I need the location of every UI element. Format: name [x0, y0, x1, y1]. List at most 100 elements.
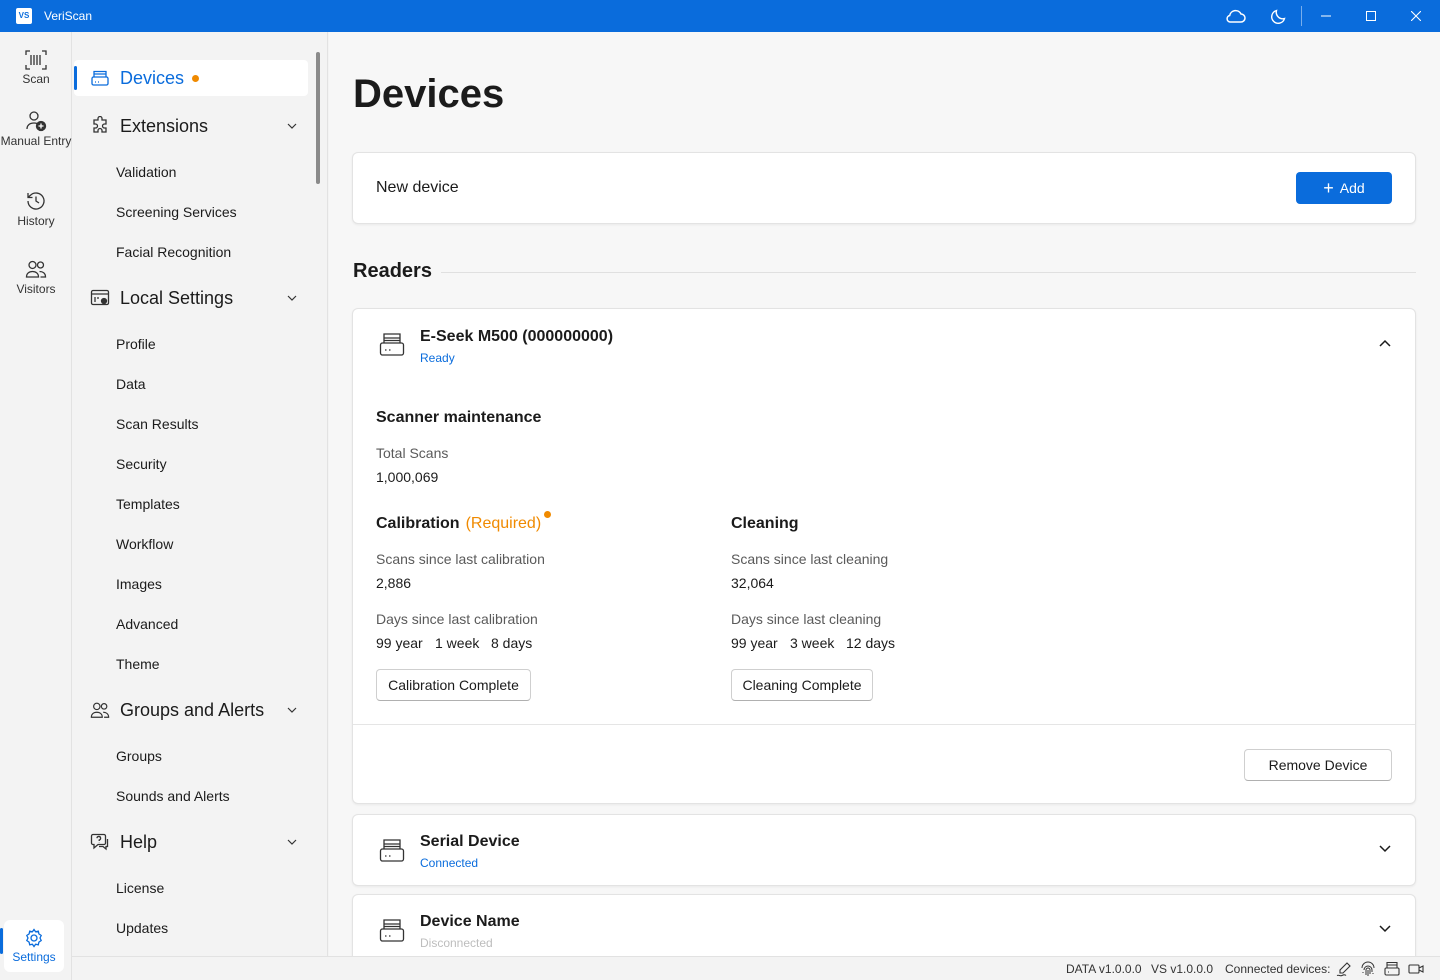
data-version: DATA v1.0.0.0: [1066, 962, 1142, 976]
chevron-down-icon[interactable]: [284, 118, 300, 134]
history-icon: [27, 192, 45, 210]
status-bar: DATA v1.0.0.0 VS v1.0.0.0 Connected devi…: [72, 956, 1440, 980]
nav-item-workflow[interactable]: Workflow: [116, 534, 173, 554]
rail-label: History: [17, 214, 55, 228]
close-button[interactable]: [1394, 0, 1438, 32]
nav-active-indicator: [74, 66, 77, 90]
card-divider: [353, 724, 1415, 725]
rail-item-visitors[interactable]: Visitors: [0, 258, 72, 296]
nav-item-profile[interactable]: Profile: [116, 334, 156, 354]
device-status: Ready: [420, 351, 455, 365]
maximize-button[interactable]: [1349, 0, 1393, 32]
rail-label: Visitors: [16, 282, 56, 296]
local-settings-icon: [90, 289, 110, 306]
nav-section-label: Groups and Alerts: [120, 699, 265, 720]
nav-item-templates[interactable]: Templates: [116, 494, 180, 514]
scanner-icon: [91, 70, 109, 86]
plus-icon: +: [1323, 178, 1334, 198]
nav-section-extensions[interactable]: Extensions: [90, 110, 208, 142]
calibration-days-weeks: 1 week: [435, 635, 480, 651]
nav-item-facial-recognition[interactable]: Facial Recognition: [116, 242, 231, 262]
settings-nav: Devices Extensions Validation Screening …: [72, 32, 328, 956]
fingerprint-icon: [1360, 961, 1376, 980]
nav-item-sounds-alerts[interactable]: Sounds and Alerts: [116, 786, 230, 806]
app-rail: Scan Manual Entry History Visitors Setti…: [0, 32, 72, 980]
rail-label: Scan: [22, 72, 50, 86]
maintenance-title: Scanner maintenance: [376, 409, 542, 426]
add-label: Add: [1339, 180, 1365, 196]
nav-item-data[interactable]: Data: [116, 374, 146, 394]
nav-item-theme[interactable]: Theme: [116, 654, 160, 674]
rail-item-manual-entry[interactable]: Manual Entry: [0, 110, 72, 148]
cloud-icon[interactable]: [1220, 0, 1250, 32]
nav-item-validation[interactable]: Validation: [116, 162, 176, 182]
calibration-scans-label: Scans since last calibration: [376, 551, 545, 567]
help-chat-icon: [90, 833, 109, 851]
chevron-up-icon[interactable]: [1375, 333, 1395, 353]
device-name: E-Seek M500 (000000000): [420, 328, 614, 345]
nav-item-advanced[interactable]: Advanced: [116, 614, 178, 634]
calibration-days-label: Days since last calibration: [376, 611, 538, 627]
nav-item-screening-services[interactable]: Screening Services: [116, 202, 237, 222]
reader-card[interactable]: Device Name Disconnected: [352, 894, 1416, 956]
nav-section-devices[interactable]: Devices: [90, 62, 200, 94]
puzzle-icon: [93, 116, 107, 133]
chevron-down-icon[interactable]: [284, 702, 300, 718]
calibration-complete-button[interactable]: Calibration Complete: [376, 669, 531, 701]
nav-item-images[interactable]: Images: [116, 574, 162, 594]
nav-section-local-settings[interactable]: Local Settings: [90, 282, 233, 314]
cleaning-scans-label: Scans since last cleaning: [731, 551, 889, 567]
vs-version: VS v1.0.0.0: [1151, 962, 1214, 976]
nav-item-scan-results[interactable]: Scan Results: [116, 414, 198, 434]
calibration-title: Calibration (Required): [376, 515, 541, 533]
nav-section-groups-alerts[interactable]: Groups and Alerts: [90, 694, 264, 726]
titlebar-separator: [1301, 6, 1302, 26]
calibration-days-days: 8 days: [491, 635, 533, 651]
warning-dot: [544, 511, 551, 518]
nav-item-security[interactable]: Security: [116, 454, 167, 474]
device-name: Device Name: [420, 913, 520, 930]
connected-devices-label: Connected devices:: [1225, 962, 1331, 976]
minimize-button[interactable]: [1304, 0, 1348, 32]
reader-card[interactable]: Serial Device Connected: [352, 814, 1416, 886]
device-name: Serial Device: [420, 833, 520, 850]
section-divider: [441, 272, 1416, 273]
scanner-icon: [379, 837, 405, 868]
cleaning-title: Cleaning: [731, 515, 799, 532]
nav-item-groups[interactable]: Groups: [116, 746, 162, 766]
rail-item-scan[interactable]: Scan: [0, 50, 72, 86]
cleaning-complete-button[interactable]: Cleaning Complete: [731, 669, 873, 701]
person-add-icon: [26, 111, 47, 132]
add-device-button[interactable]: + Add: [1296, 172, 1392, 204]
cleaning-days-weeks: 3 week: [790, 635, 835, 651]
chevron-down-icon[interactable]: [1375, 839, 1395, 859]
calibration-scans-value: 2,886: [376, 575, 412, 591]
cleaning-days-label: Days since last cleaning: [731, 611, 882, 627]
nav-item-updates[interactable]: Updates: [116, 918, 168, 938]
nav-section-help[interactable]: Help: [90, 826, 157, 858]
rail-item-history[interactable]: History: [0, 190, 72, 228]
signature-pad-icon: [1336, 961, 1352, 980]
new-device-card: New device + Add: [352, 152, 1416, 224]
rail-item-settings[interactable]: Settings: [4, 920, 64, 972]
cleaning-scans-value: 32,064: [731, 575, 774, 591]
notification-dot: [192, 74, 200, 82]
remove-device-button[interactable]: Remove Device: [1244, 749, 1392, 781]
chevron-down-icon[interactable]: [284, 290, 300, 306]
nav-item-license[interactable]: License: [116, 878, 164, 898]
nav-section-label: Help: [120, 831, 158, 852]
device-status: Connected: [420, 856, 479, 870]
app-logo: VS: [16, 8, 32, 24]
new-device-label: New device: [376, 179, 459, 196]
device-status: Disconnected: [420, 936, 493, 950]
readers-heading: Readers: [353, 260, 432, 282]
dark-mode-icon[interactable]: [1265, 0, 1293, 32]
cleaning-days-years: 99 year: [731, 635, 778, 651]
rail-label: Settings: [12, 950, 56, 964]
nav-scrollbar[interactable]: [316, 52, 320, 184]
scanner-icon: [1384, 961, 1400, 980]
chevron-down-icon[interactable]: [1375, 919, 1395, 939]
scanner-icon: [379, 917, 405, 948]
reader-card: E-Seek M500 (000000000) Ready Scanner ma…: [352, 308, 1416, 804]
chevron-down-icon[interactable]: [284, 834, 300, 850]
